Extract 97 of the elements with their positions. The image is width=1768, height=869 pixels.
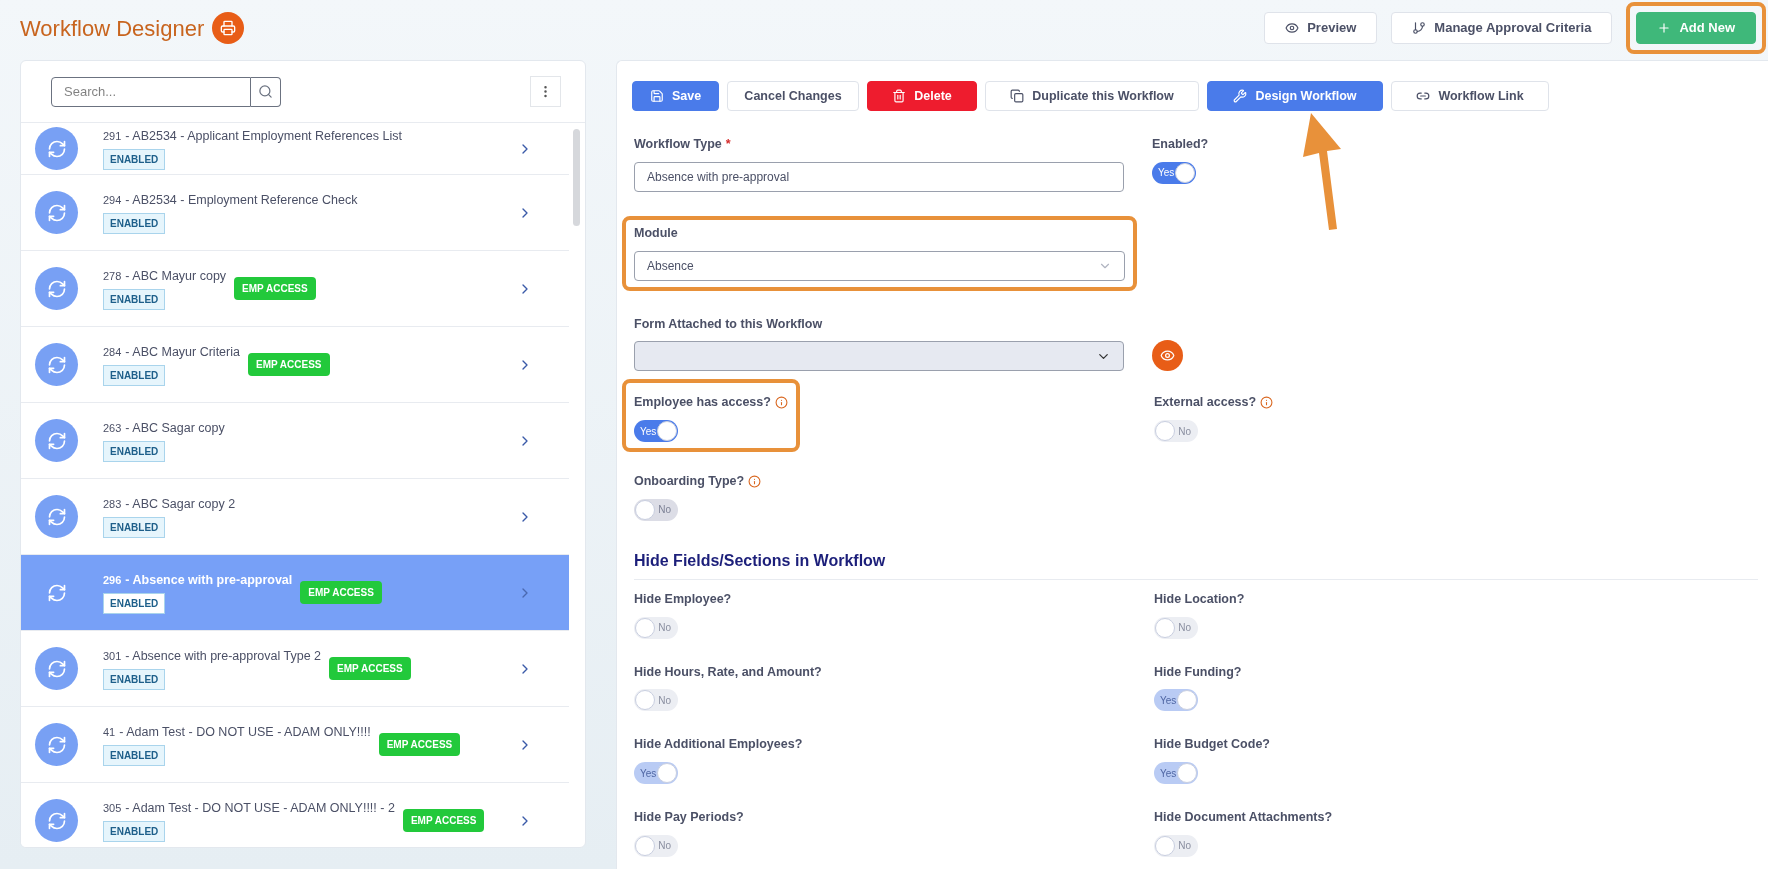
sync-icon [46, 582, 67, 603]
branch-icon [1412, 21, 1427, 35]
emp-access-badge: EMP ACCESS [234, 277, 316, 300]
workflow-name: - Adam Test - DO NOT USE - ADAM ONLY!!!! [119, 723, 371, 741]
field-label: Hide Hours, Rate, and Amount? [634, 663, 822, 681]
emp-access-badge: EMP ACCESS [402, 809, 485, 832]
workflow-id: 301 [103, 648, 122, 664]
design-button[interactable]: Design Workflow [1207, 81, 1383, 111]
status-badge: ENABLED [103, 149, 166, 171]
workflow-name: - Adam Test - DO NOT USE - ADAM ONLY!!!! - 2 [125, 799, 395, 817]
section-title: Hide Fields/Sections in Workflow [634, 548, 1758, 580]
workflow-name: - Absence with pre-approval [125, 571, 293, 589]
sync-icon [46, 202, 67, 223]
emp-access-badge: EMP ACCESS [300, 581, 382, 604]
workflow-id: 263 [103, 420, 122, 436]
field-label: Hide Employee? [634, 590, 732, 608]
status-badge: ENABLED [103, 517, 166, 539]
plus-icon [1657, 21, 1672, 35]
workflow-name: - ABC Mayur copy [125, 267, 227, 285]
workflow-name: - ABC Sagar copy [125, 419, 225, 437]
workflow-name: - ABC Sagar copy 2 [125, 495, 236, 513]
link-icon [1416, 89, 1431, 103]
module-select[interactable]: Absence [634, 250, 1125, 281]
emp-access-badge: EMP ACCESS [247, 353, 330, 376]
field-label: Form Attached to this Workflow [634, 315, 823, 333]
form-select[interactable] [634, 341, 1124, 372]
info-icon [1260, 396, 1274, 410]
field-label: Hide Location? [1154, 590, 1245, 608]
search-field[interactable]: Search... [51, 76, 251, 107]
search-button[interactable] [251, 76, 281, 107]
field-label: Hide Funding? [1154, 663, 1242, 681]
sync-icon [46, 658, 67, 679]
workflow-id: 305 [103, 800, 122, 816]
info-icon [774, 396, 788, 410]
link-button[interactable]: Workflow Link [1391, 81, 1549, 111]
sync-icon [46, 354, 67, 375]
workflow-id: 291 [103, 128, 122, 144]
sync-icon [46, 506, 67, 527]
manage-criteria-button[interactable]: Manage Approval Criteria [1391, 12, 1613, 44]
sync-icon [46, 278, 67, 299]
field-label: Enabled? [1152, 136, 1209, 153]
field-label: Hide Pay Periods? [634, 809, 744, 826]
save-button[interactable]: Save [632, 81, 719, 111]
field-label: Hide Additional Employees? [634, 736, 803, 754]
workflow-id: 283 [103, 496, 122, 512]
printer-icon [220, 20, 237, 36]
status-badge: ENABLED [103, 593, 166, 615]
sync-icon [46, 430, 67, 451]
scrollbar-thumb[interactable] [573, 129, 580, 226]
field-label: Workflow Type [634, 136, 722, 153]
field-label: Employee has access? [634, 394, 771, 412]
status-badge: ENABLED [103, 289, 166, 311]
workflow-id: 41 [103, 724, 116, 740]
workflow-list-item[interactable]: 296 - Absence with pre-approval ENABLED EMP ACCESS [21, 555, 569, 631]
sync-icon [46, 138, 67, 159]
field-label: Onboarding Type? [634, 473, 745, 490]
status-badge: ENABLED [103, 669, 166, 691]
workflow-name: - AB2534 - Applicant Employment References List [125, 127, 402, 145]
workflow-id: 294 [103, 192, 122, 208]
workflow-id: 296 [103, 572, 122, 588]
workflow-id: 278 [103, 268, 122, 284]
duplicate-button[interactable]: Duplicate this Workflow [985, 81, 1199, 111]
workflow-id: 284 [103, 344, 122, 360]
save-icon [649, 89, 664, 103]
workflow-name: - ABC Mayur Criteria [125, 343, 240, 361]
preview-button[interactable]: Preview [1264, 12, 1378, 44]
emp-access-badge: EMP ACCESS [329, 657, 411, 680]
field-label: External access? [1154, 394, 1257, 412]
required-mark: * [725, 136, 731, 153]
workflow-name: - Absence with pre-approval Type 2 [125, 647, 322, 665]
field-label: Hide Budget Code? [1154, 736, 1270, 754]
toggle-switch[interactable]: Yes [634, 420, 678, 442]
status-badge: ENABLED [103, 821, 166, 843]
sync-icon [46, 734, 67, 755]
status-badge: ENABLED [103, 745, 166, 767]
search-icon [258, 84, 273, 99]
status-badge: ENABLED [103, 213, 166, 235]
toggle-switch[interactable]: Yes [1152, 161, 1196, 184]
field-label: Module [634, 224, 678, 242]
sync-icon [46, 810, 67, 831]
preview-form-button[interactable] [1152, 340, 1183, 372]
wrench-icon [1233, 89, 1248, 103]
emp-access-badge: EMP ACCESS [378, 733, 461, 756]
copy-icon [1010, 89, 1025, 103]
print-button[interactable] [212, 12, 245, 44]
workflow-name: - AB2534 - Employment Reference Check [125, 191, 358, 209]
workflow-type-field[interactable]: Absence with pre-approval [634, 161, 1124, 192]
page-title: Workflow Designer [20, 14, 205, 43]
info-icon [748, 474, 762, 488]
status-badge: ENABLED [103, 365, 166, 387]
eye-icon [1285, 21, 1300, 35]
status-badge: ENABLED [103, 441, 166, 463]
cancel-button[interactable]: Cancel Changes [727, 81, 859, 111]
eye-icon [1160, 348, 1175, 364]
trash-icon [892, 89, 907, 103]
delete-button[interactable]: Delete [867, 81, 977, 111]
field-label: Hide Document Attachments? [1154, 809, 1333, 826]
